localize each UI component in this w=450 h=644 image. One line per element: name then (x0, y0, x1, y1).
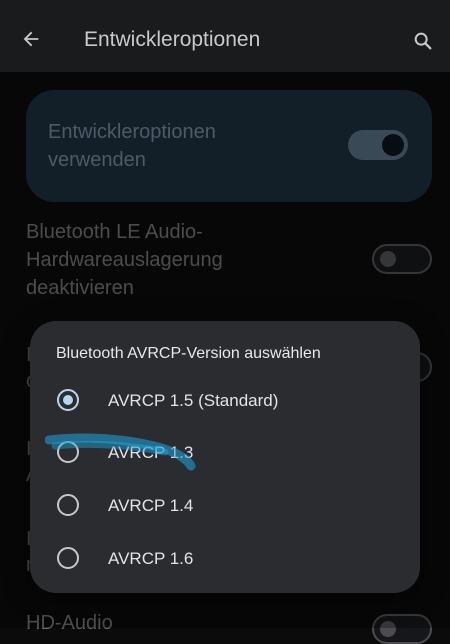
avrcp-version-dialog: Bluetooth AVRCP-Version auswählen AVRCP … (30, 321, 420, 593)
option-avrcp-1-5[interactable]: AVRCP 1.5 (Standard) (30, 377, 420, 429)
option-label: AVRCP 1.6 (108, 549, 194, 568)
option-avrcp-1-3[interactable]: AVRCP 1.3 (30, 429, 420, 481)
radio-button[interactable] (57, 494, 79, 516)
option-label: AVRCP 1.3 (108, 443, 194, 462)
search-icon[interactable] (412, 30, 434, 52)
option-avrcp-1-4[interactable]: AVRCP 1.4 (30, 482, 420, 534)
radio-button[interactable] (57, 441, 79, 463)
radio-dot (63, 395, 73, 405)
arrow-back-icon[interactable] (20, 28, 42, 50)
dialog-title: Bluetooth AVRCP-Version auswählen (56, 345, 321, 362)
option-label: AVRCP 1.4 (108, 496, 194, 515)
app-bar: Entwickleroptionen (0, 0, 450, 72)
radio-button-selected[interactable] (57, 389, 79, 411)
option-label: AVRCP 1.5 (Standard) (108, 391, 279, 410)
option-avrcp-1-6[interactable]: AVRCP 1.6 (30, 535, 420, 587)
radio-button[interactable] (57, 547, 79, 569)
page-title: Entwickleroptionen (84, 28, 261, 51)
